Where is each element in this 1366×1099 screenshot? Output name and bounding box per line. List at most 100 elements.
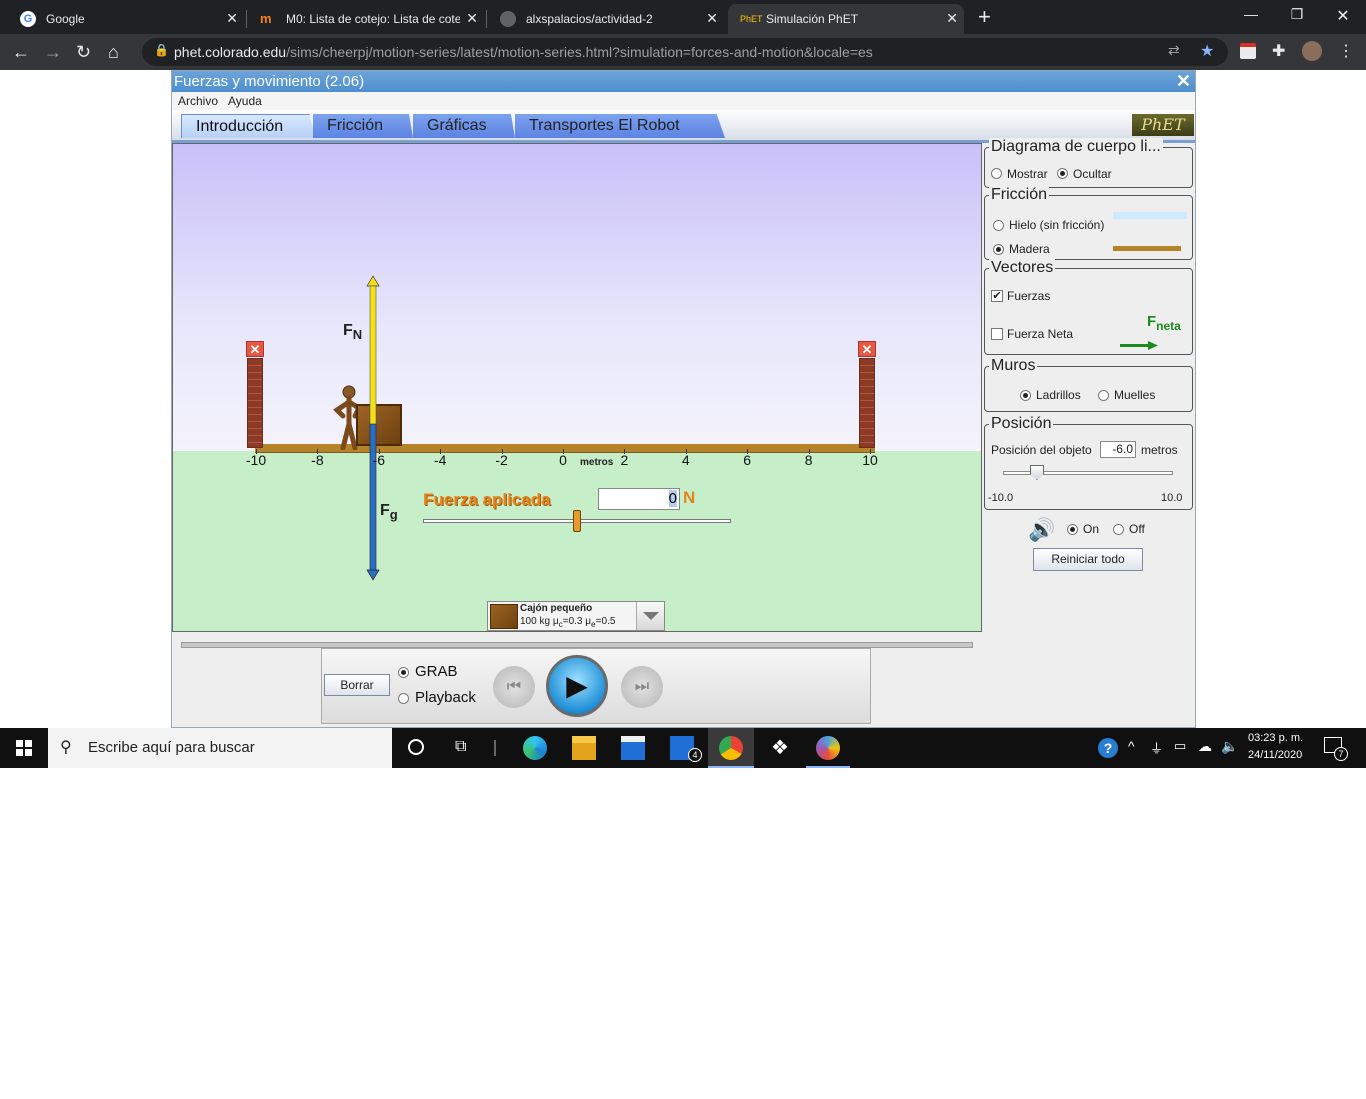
browser-tab-phet[interactable]: PhET Simulación PhET ✕ [728, 4, 964, 34]
position-slider-track[interactable] [1003, 471, 1173, 475]
position-slider-thumb[interactable] [1030, 465, 1044, 480]
restore-icon[interactable]: ❐ [1274, 6, 1320, 23]
browser-tab-google[interactable]: G Google ✕ [8, 4, 244, 34]
rewind-icon[interactable]: ⏮ [493, 666, 535, 708]
force-arrows [366, 275, 380, 581]
clear-button[interactable]: Borrar [324, 674, 390, 696]
search-placeholder: Escribe aquí para buscar [88, 739, 255, 756]
cortana-icon[interactable] [408, 739, 424, 755]
mail-badge: 4 [688, 748, 702, 762]
file-explorer-icon[interactable] [572, 736, 596, 760]
store-icon[interactable] [621, 736, 645, 760]
tab-introduccion[interactable]: Introducción [181, 114, 315, 138]
clock-date[interactable]: 24/11/2020 [1248, 749, 1302, 761]
windows-start-icon[interactable] [16, 740, 32, 756]
bricks-radio[interactable] [1020, 390, 1031, 401]
gravity-force-label: Fg [380, 502, 398, 523]
close-icon[interactable]: ✕ [466, 10, 478, 27]
playback-radio[interactable] [398, 693, 409, 704]
position-input[interactable]: -6.0 [1100, 441, 1136, 458]
app-close-icon[interactable]: ✕ [1176, 71, 1191, 92]
sound-off-radio[interactable] [1113, 524, 1124, 535]
remove-right-wall-icon[interactable]: ✕ [858, 341, 876, 357]
browser-tab-lista-cotejo[interactable]: m M0: Lista de cotejo: Lista de cotej ✕ [248, 4, 484, 34]
tab-graficas[interactable]: Gráficas [413, 114, 515, 138]
browser-tab-github[interactable]: alxspalacios/actividad-2 ✕ [488, 4, 724, 34]
bookmark-star-icon[interactable]: ★ [1200, 41, 1214, 61]
minimize-icon[interactable]: — [1228, 6, 1274, 22]
position-title: Posición [989, 415, 1054, 433]
tab-title: Simulación PhET [766, 12, 859, 26]
walls-title: Muros [989, 357, 1038, 375]
extensions-puzzle-icon[interactable]: ✚ [1272, 41, 1285, 61]
tab-transportes-robot[interactable]: Transportes El Robot [515, 114, 725, 138]
ice-radio[interactable] [993, 220, 1004, 231]
close-icon[interactable]: ✕ [226, 10, 238, 27]
object-selector[interactable]: Cajón pequeño 100 kg μc=0.3 μe=0.5 [487, 601, 665, 631]
springs-radio[interactable] [1098, 390, 1109, 401]
applied-force-slider-thumb[interactable] [573, 510, 581, 532]
net-force-label: Fuerza Neta [1007, 327, 1074, 341]
playback-bar: Borrar GRAB Playback ⏮ ▶ ⏭ [321, 648, 871, 724]
network-icon[interactable]: ⏚ [1150, 738, 1163, 757]
close-icon[interactable]: ✕ [946, 10, 958, 27]
applied-force-input[interactable]: 0 [598, 488, 680, 510]
wood-radio[interactable] [993, 244, 1004, 255]
play-area: ✕ ✕ FN Fg -10 -8 -6 -4 -2 0 2 4 6 8 10 m… [172, 143, 982, 632]
reload-icon[interactable]: ↻ [76, 42, 91, 63]
axis-unit: metros [580, 457, 614, 468]
edge-icon[interactable] [523, 736, 547, 760]
taskbar-divider [494, 740, 496, 756]
reset-all-button[interactable]: Reiniciar todo [1033, 548, 1143, 571]
moodle-icon: m [260, 11, 272, 26]
tab-friccion[interactable]: Fricción [313, 114, 413, 138]
speaker-icon: 🔊 [1028, 517, 1056, 542]
forces-checkbox[interactable]: ✔ [991, 290, 1003, 302]
device-icon[interactable]: ▭ [1174, 738, 1186, 754]
left-brick-wall [247, 358, 263, 448]
menu-dots-icon[interactable]: ⋮ [1338, 41, 1354, 61]
sound-on-radio[interactable] [1067, 524, 1078, 535]
menu-ayuda[interactable]: Ayuda [228, 94, 262, 108]
step-icon[interactable]: ⏭ [621, 666, 663, 708]
home-icon[interactable]: ⌂ [108, 42, 119, 63]
forward-icon[interactable]: → [44, 42, 62, 63]
position-group: Posición Posición del objeto -6.0 metros… [984, 415, 1193, 510]
onedrive-cloud-icon[interactable]: ☁ [1198, 738, 1212, 755]
normal-force-arrow [366, 275, 380, 427]
window-close-icon[interactable]: ✕ [1320, 6, 1366, 26]
menu-archivo[interactable]: Archivo [178, 94, 218, 108]
grab-radio[interactable] [398, 667, 409, 678]
dropbox-icon[interactable]: ❖ [768, 736, 792, 760]
fbd-show-radio[interactable] [991, 168, 1002, 179]
back-icon[interactable]: ← [12, 42, 30, 63]
new-tab-icon[interactable]: + [978, 4, 991, 30]
remove-left-wall-icon[interactable]: ✕ [246, 341, 264, 357]
help-icon[interactable]: ? [1098, 738, 1118, 758]
close-icon[interactable]: ✕ [706, 10, 718, 27]
extension-icon[interactable] [1240, 43, 1256, 59]
profile-avatar[interactable] [1302, 41, 1322, 61]
address-bar[interactable]: 🔒 phet.colorado.edu/sims/cheerpj/motion-… [142, 38, 1228, 66]
crate-thumbnail [490, 604, 518, 629]
axis-tick-label: 0 [559, 452, 567, 468]
axis-tick-label: 6 [743, 452, 752, 468]
net-force-checkbox[interactable] [991, 328, 1003, 340]
volume-icon[interactable]: 🔈 [1221, 738, 1238, 755]
task-view-icon[interactable]: ⧉ [455, 738, 466, 756]
dropdown-button[interactable] [636, 602, 664, 630]
gravity-force-arrow [366, 423, 380, 581]
net-force-arrow-icon [1120, 341, 1158, 350]
translate-icon[interactable]: ⇄ [1168, 42, 1180, 59]
lock-icon: 🔒 [154, 43, 169, 57]
fbd-hide-radio[interactable] [1057, 168, 1068, 179]
chevron-up-icon[interactable]: ^ [1128, 738, 1135, 754]
paint-taskbar-button[interactable] [806, 728, 850, 768]
search-icon: ⚲ [60, 739, 72, 756]
playback-label: Playback [415, 689, 476, 706]
chrome-taskbar-button[interactable] [708, 728, 754, 768]
taskbar-search[interactable]: ⚲ Escribe aquí para buscar [48, 728, 392, 768]
tab-title: Google [46, 12, 85, 26]
play-icon[interactable]: ▶ [546, 655, 608, 717]
clock-time[interactable]: 03:23 p. m. [1248, 732, 1303, 744]
